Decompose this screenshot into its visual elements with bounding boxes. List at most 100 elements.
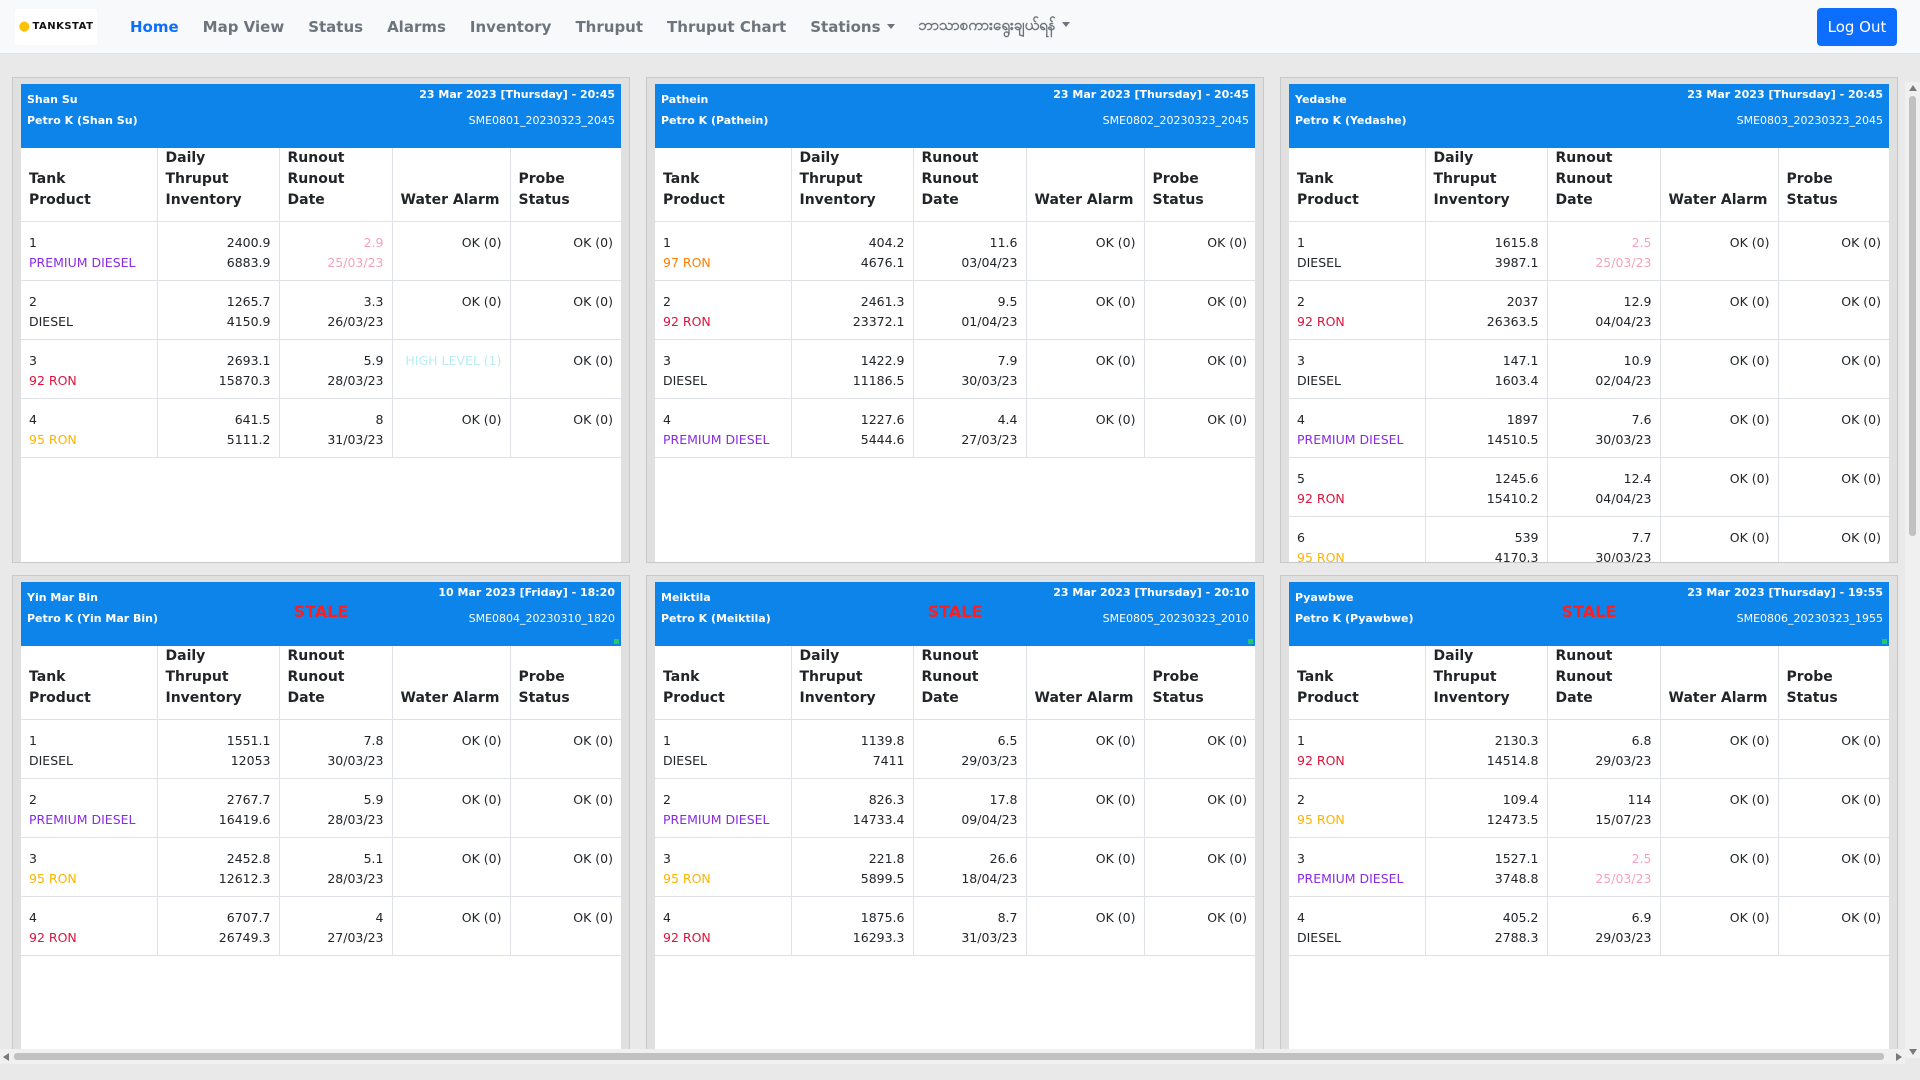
column-header-line2: Probe Status: [1786, 171, 1838, 208]
horizontal-scrollbar[interactable]: [0, 1049, 1905, 1064]
nav-link-8[interactable]: ဘာသာစကားရွေးချယ်ရန်: [919, 16, 1056, 34]
station-card[interactable]: Meiktila Petro K (Meiktila) 23 Mar 2023 [T…: [646, 575, 1264, 1054]
water-alarm-cell: OK (0): [1660, 896, 1779, 956]
daily-thruput: 1139.8: [860, 733, 905, 748]
nav-link-1[interactable]: Map View: [191, 18, 297, 36]
table-row[interactable]: 4 PREMIUM DIESEL 1227.6 5444.6 4.4 27/03/23 OK…: [655, 398, 1255, 458]
nav-dropdown-7[interactable]: Stations: [798, 18, 906, 36]
probe-status-cell: OK (0): [510, 719, 621, 779]
runout-days: 2.9: [363, 235, 384, 250]
table-row[interactable]: 3 95 RON 2452.8 12612.3 5.1 28/03/23 OK (0) OK …: [21, 837, 621, 897]
product-name: 95 RON: [1297, 812, 1345, 827]
probe-status: OK (0): [1207, 412, 1247, 427]
thruput-cell: 1615.8 3987.1: [1425, 221, 1548, 281]
table-row[interactable]: 1 DIESEL 1139.8 7411 6.5 29/03/23 OK (0) OK (0): [655, 719, 1255, 779]
runout-days: 7.6: [1631, 412, 1652, 427]
scroll-down-arrow-icon[interactable]: [1909, 1049, 1917, 1055]
runout-days: 7.9: [997, 353, 1018, 368]
tank-number: 6: [1297, 530, 1305, 545]
runout-cell: 5.1 28/03/23: [279, 837, 393, 897]
daily-thruput: 109.4: [1502, 792, 1539, 807]
thruput-cell: 2767.7 16419.6: [157, 778, 280, 838]
table-row[interactable]: 1 DIESEL 1615.8 3987.1 2.5 25/03/23 OK (0) OK (…: [1289, 221, 1889, 281]
table-row[interactable]: 2 92 RON 2037 26363.5 12.9 04/04/23 OK (0) OK (…: [1289, 280, 1889, 340]
product-name: 92 RON: [663, 930, 711, 945]
tank-cell: 2 PREMIUM DIESEL: [21, 778, 158, 838]
nav-link-2[interactable]: Status: [296, 18, 375, 36]
inventory: 7411: [872, 753, 905, 768]
header-row: Tank Product Daily Thruput Inventory Runout R…: [21, 148, 621, 222]
runout-days: 4.4: [997, 412, 1018, 427]
nav-link-6[interactable]: Thruput Chart: [655, 18, 798, 36]
table-row[interactable]: 2 95 RON 109.4 12473.5 114 15/07/23 OK (0) OK (…: [1289, 778, 1889, 838]
inventory: 12612.3: [218, 871, 271, 886]
column-header: Water Alarm: [1660, 646, 1779, 720]
station-card[interactable]: Pathein Petro K (Pathein) 23 Mar 2023 [Thu…: [646, 77, 1264, 563]
table-row[interactable]: 3 95 RON 221.8 5899.5 26.6 18/04/23 OK (0) OK (…: [655, 837, 1255, 897]
thruput-cell: 2461.3 23372.1: [791, 280, 914, 340]
probe-status-cell: OK (0): [1144, 719, 1255, 779]
table-row[interactable]: 3 92 RON 2693.1 15870.3 5.9 28/03/23 HIGH LEVE…: [21, 339, 621, 399]
logout-button[interactable]: Log Out: [1817, 8, 1897, 46]
table-row[interactable]: 4 92 RON 1875.6 16293.3 8.7 31/03/23 OK (0) OK …: [655, 896, 1255, 956]
station-header: Pathein Petro K (Pathein) 23 Mar 2023 [Thu…: [655, 84, 1255, 148]
inventory: 3987.1: [1494, 255, 1539, 270]
scroll-thumb[interactable]: [1909, 96, 1916, 536]
table-row[interactable]: 6 95 RON 539 4170.3 7.7 30/03/23 OK (0) OK (0): [1289, 516, 1889, 562]
product-name: 92 RON: [1297, 491, 1345, 506]
thruput-cell: 1551.1 12053: [157, 719, 280, 779]
table-row[interactable]: 3 DIESEL 147.1 1603.4 10.9 02/04/23 OK (0) OK (…: [1289, 339, 1889, 399]
water-alarm-status: OK (0): [461, 792, 502, 807]
column-header-line2: Product: [663, 690, 725, 706]
table-row[interactable]: 4 95 RON 641.5 5111.2 8 31/03/23 OK (0) OK (0): [21, 398, 621, 458]
scroll-thumb[interactable]: [14, 1053, 1884, 1060]
scroll-up-arrow-icon[interactable]: [1909, 85, 1917, 91]
scroll-right-arrow-icon[interactable]: [1896, 1053, 1902, 1061]
table-row[interactable]: 2 PREMIUM DIESEL 826.3 14733.4 17.8 09/04/23 O…: [655, 778, 1255, 838]
nav-link-0[interactable]: Home: [118, 18, 191, 36]
brand-logo[interactable]: ● TANKSTAT: [15, 8, 97, 45]
probe-status-cell: OK (0): [1778, 280, 1889, 340]
table-row[interactable]: 3 DIESEL 1422.9 11186.5 7.9 30/03/23 OK (0) OK …: [655, 339, 1255, 399]
column-header-line1: Runout: [1555, 648, 1613, 664]
column-header-line2: Inventory: [1433, 690, 1510, 706]
inventory: 15870.3: [218, 373, 271, 388]
nav-link-7[interactable]: Stations: [810, 18, 880, 36]
table-row[interactable]: 1 DIESEL 1551.1 12053 7.8 30/03/23 OK (0) OK (0…: [21, 719, 621, 779]
tank-table: Tank Product Daily Thruput Inventory Runout R…: [1289, 148, 1889, 562]
thruput-cell: 147.1 1603.4: [1425, 339, 1548, 399]
scroll-left-arrow-icon[interactable]: [3, 1053, 9, 1061]
station-card[interactable]: Yedashe Petro K (Yedashe) 23 Mar 2023 [Thu…: [1280, 77, 1898, 563]
station-card[interactable]: Yin Mar Bin Petro K (Yin Mar Bin) 10 Mar 2…: [12, 575, 630, 1054]
table-row[interactable]: 2 92 RON 2461.3 23372.1 9.5 01/04/23 OK (0) OK …: [655, 280, 1255, 340]
thruput-cell: 2452.8 12612.3: [157, 837, 280, 897]
status-indicator: [1248, 639, 1253, 644]
nav-link-3[interactable]: Alarms: [375, 18, 458, 36]
table-row[interactable]: 1 97 RON 404.2 4676.1 11.6 03/04/23 OK (0) OK (…: [655, 221, 1255, 281]
water-alarm-status: HIGH LEVEL (1): [405, 353, 502, 368]
table-row[interactable]: 2 DIESEL 1265.7 4150.9 3.3 26/03/23 OK (0) OK (…: [21, 280, 621, 340]
table-row[interactable]: 5 92 RON 1245.6 15410.2 12.4 04/04/23 OK (0) OK…: [1289, 457, 1889, 517]
table-row[interactable]: 4 92 RON 6707.7 26749.3 4 27/03/23 OK (0) OK (0…: [21, 896, 621, 956]
station-card[interactable]: Pyawbwe Petro K (Pyawbwe) 23 Mar 2023 [Thu…: [1280, 575, 1898, 1054]
table-row[interactable]: 1 92 RON 2130.3 14514.8 6.8 29/03/23 OK (0) OK …: [1289, 719, 1889, 779]
inventory: 5899.5: [860, 871, 905, 886]
table-row[interactable]: 4 PREMIUM DIESEL 1897 14510.5 7.6 30/03/23 OK …: [1289, 398, 1889, 458]
last-update-time: 23 Mar 2023 [Thursday] - 20:45: [1687, 88, 1883, 101]
nav-link-4[interactable]: Inventory: [458, 18, 564, 36]
water-alarm-cell: OK (0): [392, 398, 511, 458]
tank-table: Tank Product Daily Thruput Inventory Runout R…: [21, 148, 621, 458]
runout-cell: 10.9 02/04/23: [1547, 339, 1661, 399]
nav-link-5[interactable]: Thruput: [563, 18, 655, 36]
column-header: Daily Thruput Inventory: [791, 646, 914, 720]
station-header: Yedashe Petro K (Yedashe) 23 Mar 2023 [Thu…: [1289, 84, 1889, 148]
nav-dropdown-8[interactable]: ဘာသာစကားရွေးချယ်ရန်: [907, 16, 1082, 38]
table-row[interactable]: 1 PREMIUM DIESEL 2400.9 6883.9 2.9 25/03/23 OK…: [21, 221, 621, 281]
probe-status-cell: OK (0): [510, 280, 621, 340]
table-row[interactable]: 4 DIESEL 405.2 2788.3 6.9 29/03/23 OK (0) OK (0…: [1289, 896, 1889, 956]
table-row[interactable]: 3 PREMIUM DIESEL 1527.1 3748.8 2.5 25/03/23 OK…: [1289, 837, 1889, 897]
table-row[interactable]: 2 PREMIUM DIESEL 2767.7 16419.6 5.9 28/03/23 O…: [21, 778, 621, 838]
vertical-scrollbar[interactable]: [1905, 82, 1920, 1058]
station-card[interactable]: Shan Su Petro K (Shan Su) 23 Mar 2023 [Thu…: [12, 77, 630, 563]
column-header: Probe Status: [1144, 646, 1255, 720]
